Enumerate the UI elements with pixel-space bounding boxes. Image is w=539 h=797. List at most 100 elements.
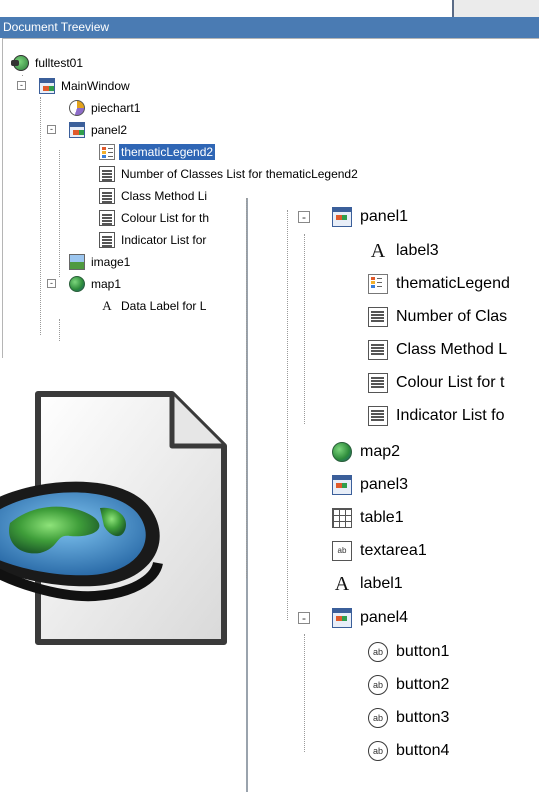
window-top-strip (0, 0, 539, 17)
button-icon: ab (368, 641, 388, 662)
list-icon (368, 372, 388, 393)
globe-icon (332, 441, 352, 462)
tree-node-label: Data Label for L (121, 299, 207, 313)
tree-node-label: button4 (396, 741, 450, 759)
tree-node-label: label1 (360, 574, 403, 592)
tree-node-label: button2 (396, 675, 450, 693)
label-edit-icon: A (368, 241, 388, 261)
tree-guide-line (59, 319, 60, 341)
icon-glyph: A (370, 239, 386, 262)
tree-node[interactable]: ab button2 (368, 668, 451, 701)
tree-node-label: panel3 (360, 475, 409, 493)
zoomed-treeview-panel[interactable]: - panel1 Alabel3 thematicLegend Number of Cl… (246, 198, 539, 792)
button-icon: ab (368, 674, 388, 695)
collapse-toggle-icon[interactable]: - (17, 81, 26, 90)
tree-node-label: button3 (396, 708, 450, 726)
icon-glyph: A (334, 572, 350, 595)
tree-node[interactable]: Class Method Li (99, 186, 209, 206)
list-icon (99, 166, 115, 182)
document-globe-mouse-icon (0, 391, 227, 645)
collapse-toggle-icon[interactable]: - (298, 611, 310, 624)
tree-node[interactable]: A Data Label for L (99, 296, 208, 316)
treeview-title-bar: Document Treeview (0, 17, 539, 38)
tree-node-label: map2 (360, 442, 401, 460)
tree-node[interactable]: Indicator List fo (368, 399, 507, 432)
tree-node[interactable]: - panel1 (298, 200, 410, 233)
tree-node[interactable]: fulltest01 (11, 53, 85, 73)
tree-node[interactable]: Alabel3 (368, 234, 441, 267)
adjacent-pane-edge (452, 0, 539, 17)
collapse-toggle-icon[interactable]: - (47, 279, 56, 288)
label-icon: A (332, 574, 352, 594)
tree-node[interactable]: Class Method L (368, 333, 509, 366)
tree-node-label: Colour List for t (396, 373, 505, 391)
tree-node[interactable]: image1 (69, 252, 132, 272)
tree-guide-line (304, 634, 305, 752)
list-icon (99, 210, 115, 226)
tree-node-label: piechart1 (91, 101, 141, 115)
icon-glyph: ab (372, 745, 383, 756)
tree-guide-line (287, 210, 288, 620)
tree-node-label: table1 (360, 508, 404, 526)
list-icon (368, 339, 388, 360)
collapse-toggle-icon[interactable]: - (298, 210, 310, 223)
tree-node[interactable]: Alabel1 (332, 567, 405, 600)
tree-node[interactable]: - MainWindow (17, 76, 132, 96)
icon-glyph: ab (372, 712, 383, 723)
tree-node[interactable]: Indicator List for (99, 230, 208, 250)
tree-node[interactable]: ab button1 (368, 635, 451, 668)
tree-node[interactable]: Number of Clas (368, 300, 509, 333)
window-icon (39, 78, 55, 94)
tree-node[interactable]: panel3 (332, 468, 410, 501)
panel-icon (69, 122, 85, 138)
tree-node[interactable]: map2 (332, 435, 402, 468)
tree-node-label: Colour List for th (121, 211, 210, 225)
tree-node-label: Class Method Li (121, 189, 208, 203)
globe-icon (69, 276, 85, 292)
list-icon (99, 232, 115, 248)
treeview-title: Document Treeview (3, 20, 110, 34)
icon-glyph: ab (372, 646, 383, 657)
tree-node[interactable]: - panel4 (298, 601, 410, 634)
tree-node[interactable]: table1 (332, 501, 406, 534)
tree-node[interactable]: thematicLegend2 (99, 142, 216, 162)
tree-guide-line (304, 234, 305, 424)
tree-node[interactable]: ab button3 (368, 701, 451, 734)
tree-node-label: thematicLegend2 (119, 144, 216, 160)
button-icon: ab (368, 740, 388, 761)
list-icon (99, 188, 115, 204)
icon-glyph: ab (372, 679, 383, 690)
data-label-icon: A (99, 298, 115, 314)
pie-chart-icon (69, 100, 85, 116)
tree-node-label: fulltest01 (35, 56, 84, 70)
textarea-icon: ab (332, 540, 352, 561)
tree-node-label: MainWindow (61, 79, 130, 93)
button-icon: ab (368, 707, 388, 728)
collapse-toggle-icon[interactable]: - (47, 125, 56, 134)
tree-node[interactable]: ab textarea1 (332, 534, 429, 567)
tree-node-label: image1 (91, 255, 131, 269)
tree-node[interactable]: - map1 (47, 274, 123, 294)
legend-icon (99, 144, 115, 160)
legend-icon (368, 273, 388, 294)
tree-node[interactable]: ab button4 (368, 734, 451, 767)
tree-node[interactable]: piechart1 (69, 98, 142, 118)
tree-guide-line (246, 198, 247, 578)
tree-node-label: Number of Clas (396, 307, 508, 325)
app-icon-panel (0, 358, 246, 792)
tree-node-label: thematicLegend (396, 274, 510, 292)
tree-node-label: Indicator List fo (396, 406, 505, 424)
tree-node[interactable]: Colour List for th (99, 208, 211, 228)
tree-node[interactable]: thematicLegend (368, 267, 512, 300)
tree-node-label: button1 (396, 642, 450, 660)
panel-icon (332, 206, 352, 227)
tree-node-label: textarea1 (360, 541, 427, 559)
tree-guide-line (40, 97, 41, 335)
icon-glyph: A (102, 298, 112, 313)
icon-glyph: ab (337, 545, 347, 555)
tree-node[interactable]: Number of Classes List for thematicLegen… (99, 164, 360, 184)
tree-node[interactable]: Colour List for t (368, 366, 506, 399)
tree-node-label: panel1 (360, 207, 409, 225)
tree-node[interactable]: - panel2 (47, 120, 129, 140)
tree-node-label: Indicator List for (121, 233, 207, 247)
